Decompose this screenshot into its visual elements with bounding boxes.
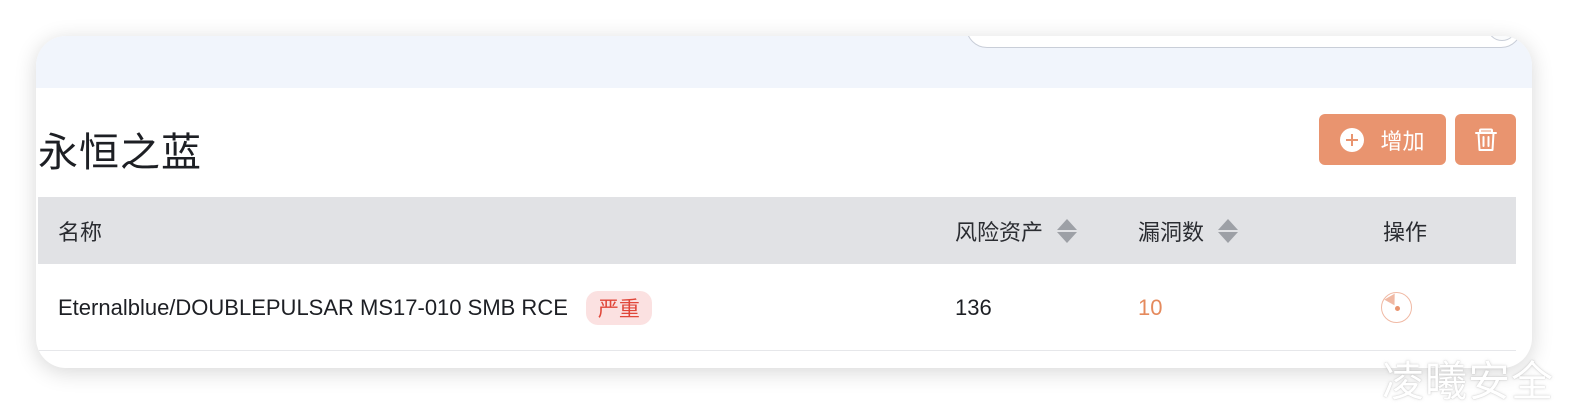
watermark-text: 凌曦安全 — [1382, 358, 1555, 405]
vuln-name: Eternalblue/DOUBLEPULSAR MS17-010 SMB RC… — [58, 294, 568, 320]
column-header-name: 名称 — [58, 219, 103, 245]
column-header-risk-assets[interactable]: 风险资产 — [955, 197, 1078, 264]
page-title: 永恒之蓝 — [38, 131, 202, 175]
delete-button[interactable] — [1455, 114, 1516, 165]
sort-icon[interactable] — [1218, 218, 1239, 244]
severity-badge: 严重 — [585, 290, 652, 325]
main-panel: 永恒之蓝 增加 名称 风险资产 漏洞数 操作 Eternalblue/DOUBL… — [36, 36, 1532, 368]
action-cell — [1381, 264, 1412, 351]
table-header: 名称 风险资产 漏洞数 操作 — [38, 197, 1516, 264]
add-button-label: 增加 — [1380, 128, 1425, 154]
vuln-count-cell[interactable]: 10 — [1138, 264, 1162, 351]
sort-icon[interactable] — [1057, 218, 1078, 244]
column-header-vuln-count[interactable]: 漏洞数 — [1138, 197, 1239, 264]
column-header-actions: 操作 — [1383, 219, 1428, 245]
table-row[interactable]: Eternalblue/DOUBLEPULSAR MS17-010 SMB RC… — [38, 264, 1516, 351]
search-input[interactable] — [966, 36, 1522, 48]
scan-icon[interactable] — [1381, 292, 1412, 323]
vuln-name-cell: Eternalblue/DOUBLEPULSAR MS17-010 SMB RC… — [58, 264, 652, 351]
risk-assets-cell: 136 — [955, 294, 992, 320]
trash-icon — [1474, 128, 1497, 151]
plus-circle-icon — [1340, 127, 1365, 152]
search-icon[interactable] — [1487, 36, 1517, 41]
add-button[interactable]: 增加 — [1319, 114, 1446, 165]
